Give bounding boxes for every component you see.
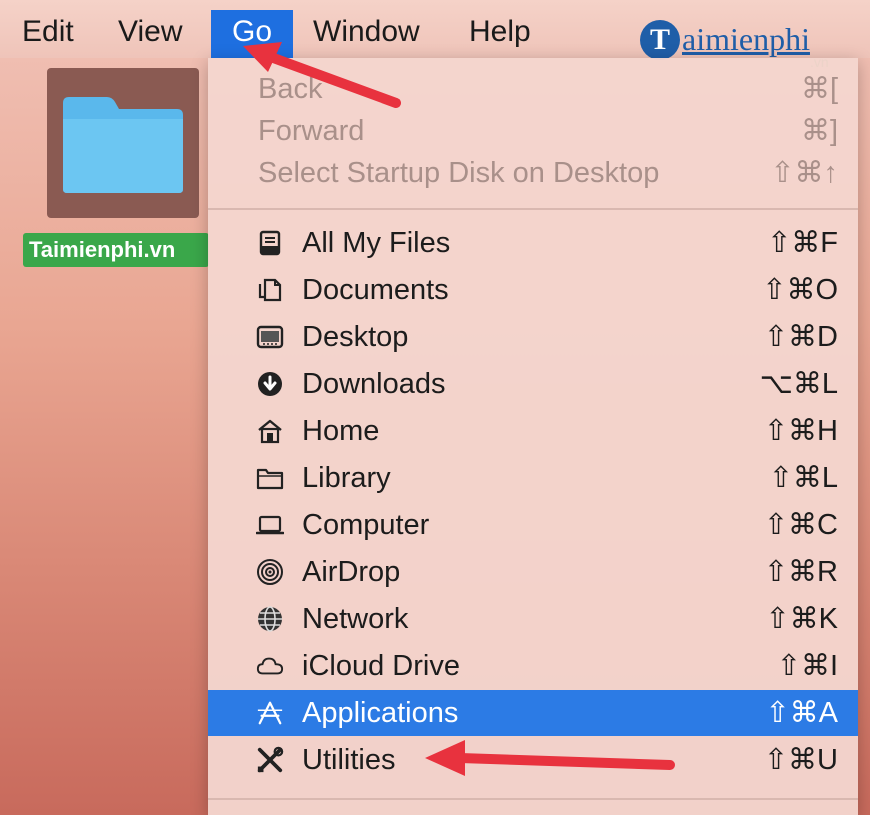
- annotation-overlay: [243, 42, 675, 776]
- annotation-arrow-utilities: [425, 740, 675, 776]
- annotation-arrow-go: [243, 42, 401, 108]
